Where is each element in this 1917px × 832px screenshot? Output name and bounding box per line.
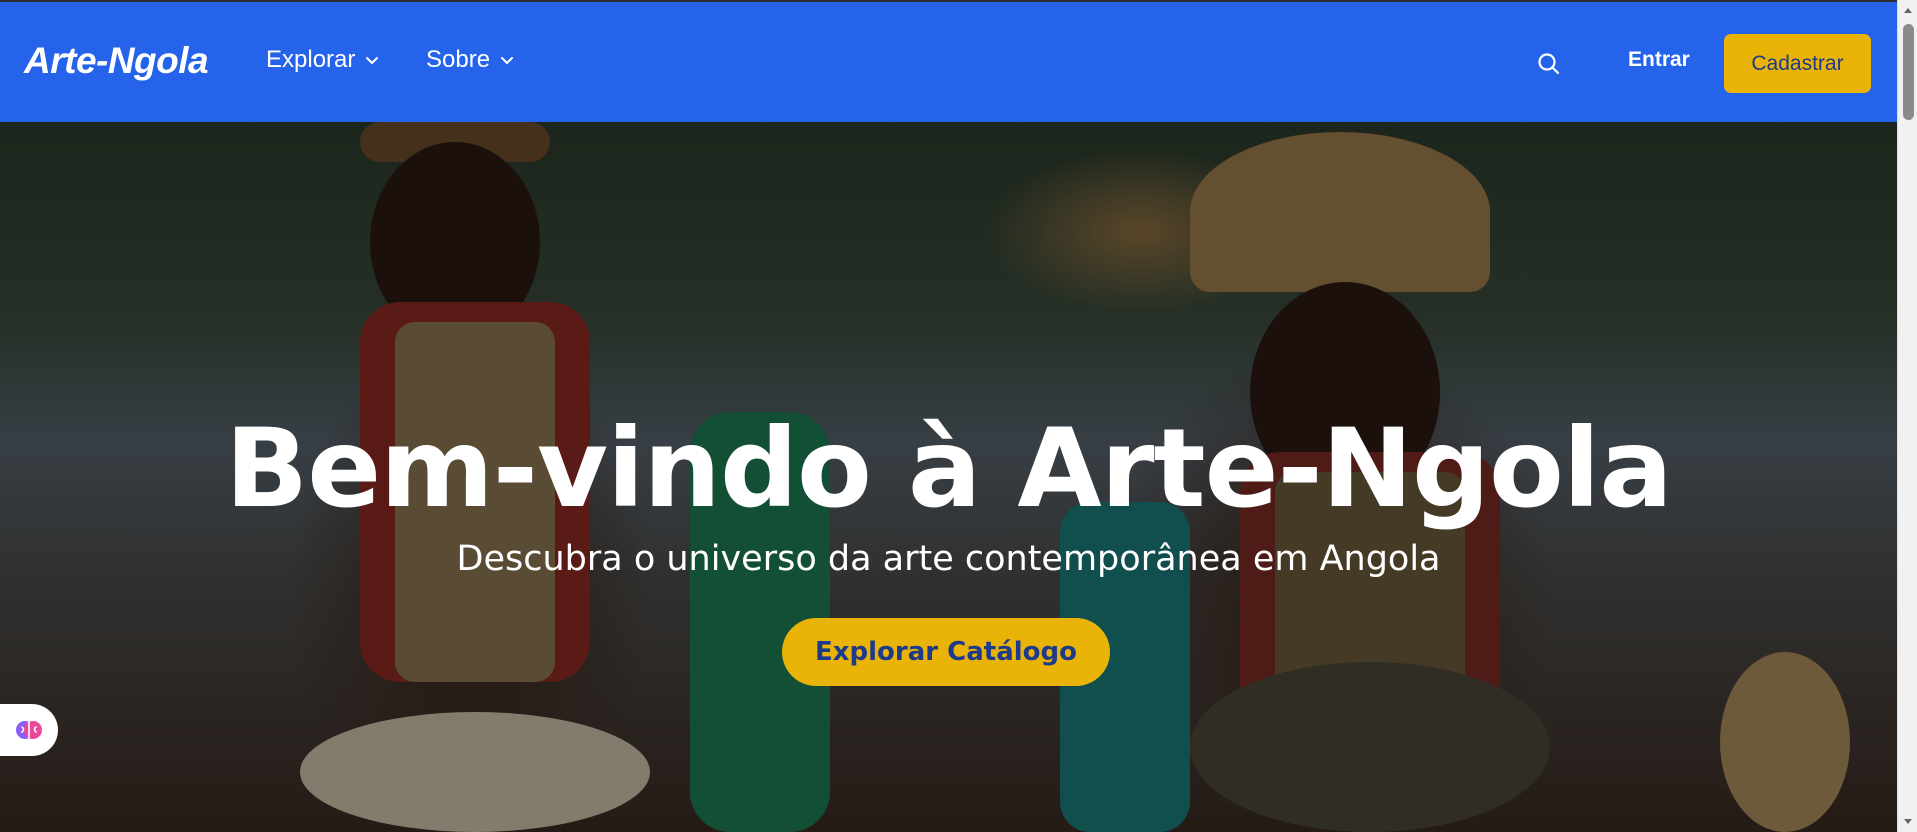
login-link[interactable]: Entrar: [1628, 48, 1690, 72]
chevron-down-icon: [366, 57, 379, 64]
hero-title: Bem-vindo à Arte-Ngola: [225, 405, 1673, 532]
nav-explorar-label: Explorar: [266, 46, 356, 73]
nav-sobre-label: Sobre: [426, 46, 491, 73]
nav-explorar-dropdown[interactable]: Explorar: [266, 46, 379, 74]
hero-subtitle: Descubra o universo da arte contemporâne…: [456, 539, 1441, 579]
explore-catalog-button[interactable]: Explorar Catálogo: [782, 618, 1110, 686]
brain-icon: [16, 721, 42, 739]
brand-logo[interactable]: Arte-Ngola: [24, 40, 209, 82]
vertical-scrollbar[interactable]: [1897, 0, 1917, 832]
signup-button[interactable]: Cadastrar: [1724, 34, 1871, 93]
assistant-widget-button[interactable]: [0, 704, 58, 756]
nav-sobre-dropdown[interactable]: Sobre: [426, 46, 514, 74]
top-navbar: Arte-Ngola Explorar Sobre Entrar Cadastr…: [0, 0, 1897, 122]
scrollbar-thumb[interactable]: [1903, 24, 1914, 120]
hero-banner: Bem-vindo à Arte-Ngola Descubra o univer…: [0, 122, 1897, 832]
search-icon[interactable]: [1536, 51, 1562, 77]
scroll-down-arrow-icon[interactable]: [1903, 818, 1913, 826]
chevron-down-icon: [501, 57, 514, 64]
scroll-up-arrow-icon[interactable]: [1903, 6, 1913, 14]
